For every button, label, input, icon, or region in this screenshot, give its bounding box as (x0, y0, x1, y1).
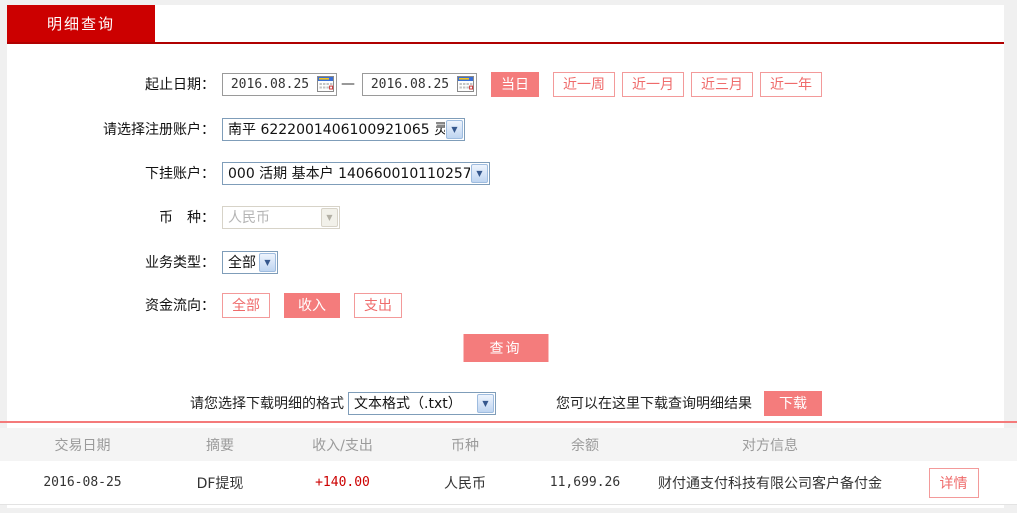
date-range-row: 起止日期： — (7, 71, 822, 97)
cell-amount: +140.00 (315, 475, 370, 490)
detail-button[interactable]: 详情 (928, 467, 979, 498)
chevron-down-icon: ▼ (321, 207, 338, 227)
col-header-counterparty: 对方信息 (742, 437, 798, 454)
download-button[interactable]: 下载 (764, 390, 822, 416)
fund-flow-all-button[interactable]: 全部 (222, 292, 270, 318)
cell-action: 详情 (890, 467, 1017, 498)
cell-date: 2016-08-25 (43, 475, 122, 490)
quick-range-year-button[interactable]: 近一年 (760, 71, 822, 97)
fund-flow-income-button[interactable]: 收入 (284, 292, 340, 318)
results-table: 交易日期 摘要 收入/支出 币种 余额 对方信息 2016-08-25 DF提现… (0, 421, 1017, 505)
cell-currency: 人民币 (444, 475, 486, 492)
query-button[interactable]: 查询 (463, 334, 548, 362)
register-account-value: 南平 6222001406100921065 灵通卡 (228, 122, 445, 138)
business-type-select[interactable]: 全部 ▼ (222, 250, 278, 274)
quick-range-week-button[interactable]: 近一周 (553, 71, 615, 97)
quick-range-today-button[interactable]: 当日 (491, 71, 539, 97)
date-range-label: 起止日期： (145, 77, 215, 93)
cell-balance: 11,699.26 (549, 475, 621, 490)
quick-range-quarter-button[interactable]: 近三月 (691, 71, 753, 97)
start-date-field (222, 72, 337, 96)
calendar-icon[interactable] (317, 76, 334, 92)
currency-value: 人民币 (228, 210, 270, 226)
tab-underline (7, 42, 1004, 44)
chevron-down-icon[interactable]: ▼ (446, 119, 463, 139)
sub-account-select[interactable]: 000 活期 基本户 1406600101102571848 ▼ (222, 161, 490, 185)
quick-range-month-button[interactable]: 近一月 (622, 71, 684, 97)
register-account-row: 请选择注册账户： 南平 6222001406100921065 灵通卡 ▼ (7, 117, 465, 141)
sub-account-label: 下挂账户： (145, 166, 215, 182)
date-range-separator: — (341, 76, 355, 92)
sub-account-value: 000 活期 基本户 1406600101102571848 (228, 166, 470, 182)
col-header-balance: 余额 (571, 437, 599, 454)
tab-label: 明细查询 (46, 15, 115, 33)
col-header-amount: 收入/支出 (312, 437, 373, 454)
download-format-label: 请您选择下载明细的格式 (190, 396, 344, 412)
business-type-value: 全部 (228, 255, 256, 271)
col-header-summary: 摘要 (206, 437, 234, 454)
fund-flow-expense-button[interactable]: 支出 (354, 292, 402, 318)
table-top-divider (0, 421, 1017, 423)
sub-account-row: 下挂账户： 000 活期 基本户 1406600101102571848 ▼ (7, 161, 490, 185)
register-account-select[interactable]: 南平 6222001406100921065 灵通卡 ▼ (222, 117, 465, 141)
download-format-value: 文本格式（.txt） (354, 396, 462, 412)
table-row: 2016-08-25 DF提现 +140.00 人民币 11,699.26 财付… (0, 461, 1017, 505)
currency-select: 人民币 ▼ (222, 205, 340, 229)
currency-label: 币 种： (159, 210, 215, 226)
fund-flow-label: 资金流向： (145, 298, 215, 314)
cell-counterparty: 财付通支付科技有限公司客户备付金 (658, 475, 882, 492)
tab-detail-query[interactable]: 明细查询 (7, 5, 155, 42)
currency-row: 币 种： 人民币 ▼ (7, 205, 340, 229)
table-header-row: 交易日期 摘要 收入/支出 币种 余额 对方信息 (0, 428, 1017, 461)
calendar-icon[interactable] (457, 76, 474, 92)
chevron-down-icon[interactable]: ▼ (477, 393, 494, 413)
col-header-currency: 币种 (451, 437, 479, 454)
end-date-input[interactable] (363, 76, 457, 92)
start-date-input[interactable] (223, 76, 317, 92)
download-row: 请您选择下载明细的格式 文本格式（.txt） ▼ 您可以在这里下载查询明细结果 … (7, 390, 1004, 416)
chevron-down-icon[interactable]: ▼ (259, 252, 276, 272)
business-type-row: 业务类型： 全部 ▼ (7, 250, 278, 274)
cell-summary: DF提现 (196, 475, 244, 492)
fund-flow-row: 资金流向： 全部 收入 支出 (7, 292, 402, 318)
register-account-label: 请选择注册账户： (103, 122, 215, 138)
download-format-select[interactable]: 文本格式（.txt） ▼ (348, 391, 496, 415)
download-hint: 您可以在这里下载查询明细结果 (556, 396, 752, 412)
business-type-label: 业务类型： (145, 255, 215, 271)
chevron-down-icon[interactable]: ▼ (471, 163, 488, 183)
col-header-date: 交易日期 (54, 437, 111, 454)
end-date-field (362, 72, 477, 96)
